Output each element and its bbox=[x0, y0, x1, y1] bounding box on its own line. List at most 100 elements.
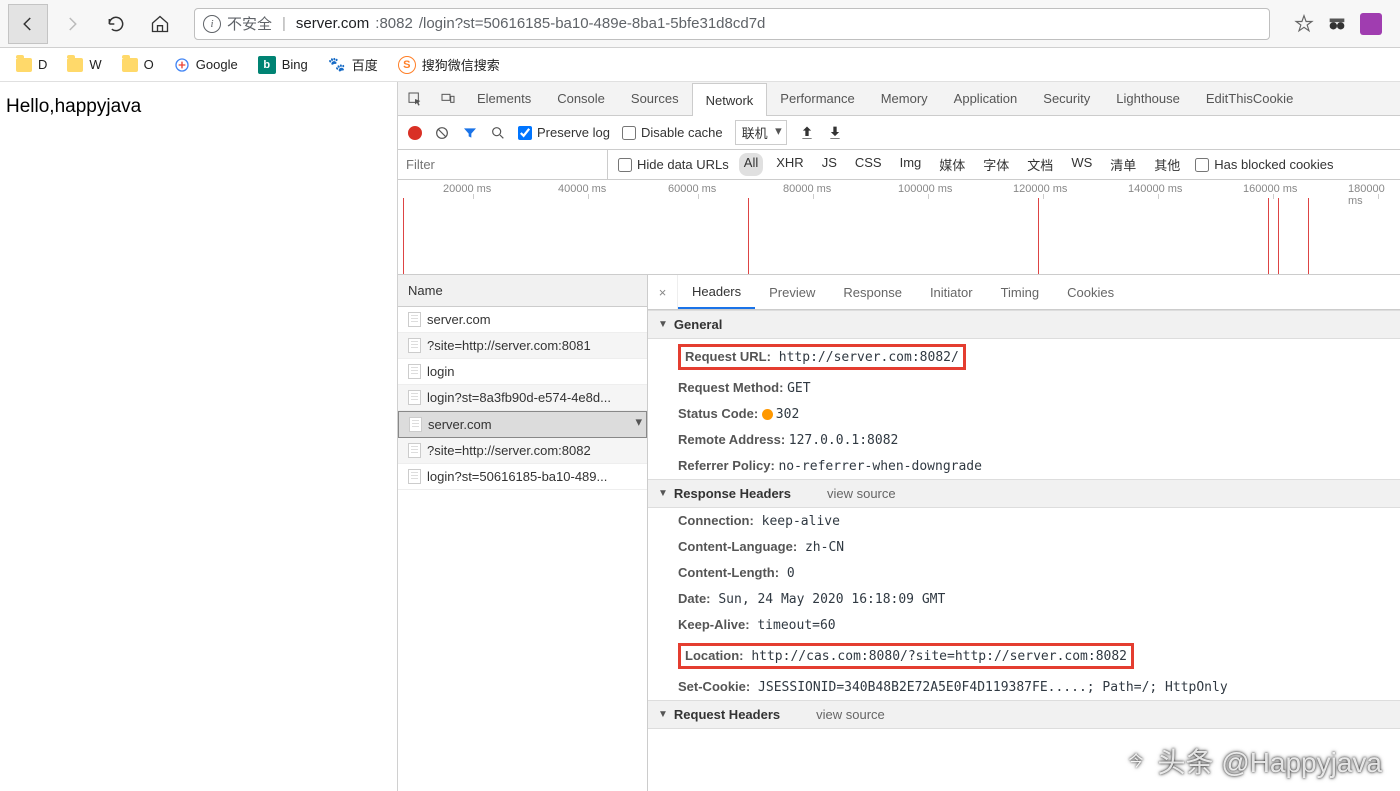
filter-type[interactable]: All bbox=[739, 153, 763, 176]
response-headers-title: Response Headers bbox=[674, 486, 791, 501]
bookmark-folder[interactable]: W bbox=[63, 55, 105, 74]
inspect-icon[interactable] bbox=[398, 82, 431, 115]
incognito-icon[interactable] bbox=[1326, 13, 1348, 35]
preserve-log-checkbox[interactable]: Preserve log bbox=[518, 125, 610, 140]
timeline-overview[interactable]: 20000 ms40000 ms60000 ms80000 ms100000 m… bbox=[398, 180, 1400, 275]
devtools-tab-elements[interactable]: Elements bbox=[464, 82, 544, 115]
detail-tab-response[interactable]: Response bbox=[829, 275, 916, 309]
security-label: 不安全 bbox=[227, 13, 272, 34]
request-method-row: Request Method: GET bbox=[648, 375, 1400, 401]
upload-icon[interactable] bbox=[799, 125, 815, 141]
timeline-label: 160000 ms bbox=[1243, 183, 1297, 195]
devtools-tab-security[interactable]: Security bbox=[1030, 82, 1103, 115]
search-icon[interactable] bbox=[490, 125, 506, 141]
preserve-log-label: Preserve log bbox=[537, 125, 610, 140]
status-code-row: Status Code: 302 bbox=[648, 401, 1400, 427]
close-details-button[interactable]: × bbox=[648, 275, 678, 309]
disable-cache-checkbox[interactable]: Disable cache bbox=[622, 125, 723, 140]
response-header-row: Date: Sun, 24 May 2020 16:18:09 GMT bbox=[648, 586, 1400, 612]
devtools-tab-network[interactable]: Network bbox=[692, 83, 768, 116]
filter-icon[interactable] bbox=[462, 125, 478, 141]
filter-type[interactable]: XHR bbox=[771, 153, 808, 176]
response-headers-section[interactable]: ▼Response Headersview source bbox=[648, 479, 1400, 508]
timeline-marker bbox=[1308, 198, 1309, 274]
request-row[interactable]: ?site=http://server.com:8081 bbox=[398, 333, 647, 359]
separator: | bbox=[278, 15, 290, 32]
timeline-label: 80000 ms bbox=[783, 183, 831, 195]
filter-type[interactable]: 文档 bbox=[1022, 153, 1058, 176]
extension-icon[interactable] bbox=[1360, 13, 1382, 35]
filter-type[interactable]: 清单 bbox=[1105, 153, 1141, 176]
url-host: server.com bbox=[296, 15, 369, 32]
browser-navbar: i 不安全 | server.com:8082/login?st=5061618… bbox=[0, 0, 1400, 48]
star-icon[interactable] bbox=[1294, 14, 1314, 34]
devtools-tab-sources[interactable]: Sources bbox=[618, 82, 692, 115]
reload-button[interactable] bbox=[96, 4, 136, 44]
request-row[interactable]: ?site=http://server.com:8082 bbox=[398, 438, 647, 464]
devtools-tab-editthiscookie[interactable]: EditThisCookie bbox=[1193, 82, 1306, 115]
detail-tab-cookies[interactable]: Cookies bbox=[1053, 275, 1128, 309]
request-row[interactable]: server.com bbox=[398, 411, 647, 438]
url-bar[interactable]: i 不安全 | server.com:8082/login?st=5061618… bbox=[194, 8, 1270, 40]
bookmark-bing[interactable]: bBing bbox=[254, 54, 312, 76]
filter-input[interactable] bbox=[398, 150, 608, 179]
bookmark-folder[interactable]: D bbox=[12, 55, 51, 74]
reload-icon bbox=[106, 14, 126, 34]
sogou-icon: S bbox=[398, 56, 416, 74]
timeline-label: 180000 ms bbox=[1348, 183, 1400, 207]
filter-type[interactable]: Img bbox=[895, 153, 927, 176]
request-row[interactable]: login?st=50616185-ba10-489... bbox=[398, 464, 647, 490]
general-section[interactable]: ▼General bbox=[648, 310, 1400, 339]
request-name: ?site=http://server.com:8082 bbox=[427, 443, 591, 458]
devtools: ElementsConsoleSourcesNetworkPerformance… bbox=[398, 82, 1400, 791]
devtools-tab-memory[interactable]: Memory bbox=[868, 82, 941, 115]
detail-tab-preview[interactable]: Preview bbox=[755, 275, 829, 309]
detail-tab-headers[interactable]: Headers bbox=[678, 275, 755, 309]
document-icon bbox=[408, 390, 421, 405]
response-header-row: Keep-Alive: timeout=60 bbox=[648, 612, 1400, 638]
bookmark-baidu[interactable]: 🐾百度 bbox=[324, 53, 382, 76]
bookmark-google[interactable]: Google bbox=[170, 55, 242, 75]
request-headers-section[interactable]: ▼Request Headersview source bbox=[648, 700, 1400, 729]
devtools-tab-performance[interactable]: Performance bbox=[767, 82, 867, 115]
filter-row: Hide data URLs All XHR JS CSS Img 媒体字体文档 WS 清单其… bbox=[398, 150, 1400, 180]
throttle-select[interactable]: 联机 bbox=[735, 120, 787, 145]
nav-right bbox=[1284, 13, 1392, 35]
request-row[interactable]: server.com bbox=[398, 307, 647, 333]
view-source-link[interactable]: view source bbox=[816, 707, 885, 722]
request-row[interactable]: login bbox=[398, 359, 647, 385]
devtools-tab-console[interactable]: Console bbox=[544, 82, 618, 115]
request-row[interactable]: login?st=8a3fb90d-e574-4e8d... bbox=[398, 385, 647, 411]
detail-tab-timing[interactable]: Timing bbox=[987, 275, 1054, 309]
filter-type[interactable]: 字体 bbox=[978, 153, 1014, 176]
bookmark-folder[interactable]: O bbox=[118, 55, 158, 74]
timeline-label: 120000 ms bbox=[1013, 183, 1067, 195]
baidu-icon: 🐾 bbox=[328, 56, 346, 74]
filter-type[interactable]: 其他 bbox=[1149, 153, 1185, 176]
forward-button[interactable] bbox=[52, 4, 92, 44]
detail-tabs: × HeadersPreviewResponseInitiatorTimingC… bbox=[648, 275, 1400, 310]
bookmark-sogou[interactable]: S搜狗微信搜索 bbox=[394, 53, 504, 76]
has-blocked-cookies-checkbox[interactable]: Has blocked cookies bbox=[1195, 157, 1333, 172]
filter-type[interactable]: 媒体 bbox=[934, 153, 970, 176]
home-button[interactable] bbox=[140, 4, 180, 44]
device-icon[interactable] bbox=[431, 82, 464, 115]
record-button[interactable] bbox=[408, 126, 422, 140]
request-name: server.com bbox=[427, 312, 491, 327]
response-header-row: Location: http://cas.com:8080/?site=http… bbox=[648, 638, 1400, 674]
timeline-marker bbox=[1278, 198, 1279, 274]
devtools-tab-lighthouse[interactable]: Lighthouse bbox=[1103, 82, 1193, 115]
filter-type[interactable]: JS bbox=[817, 153, 842, 176]
clear-icon[interactable] bbox=[434, 125, 450, 141]
general-title: General bbox=[674, 317, 722, 332]
download-icon[interactable] bbox=[827, 125, 843, 141]
devtools-tab-application[interactable]: Application bbox=[941, 82, 1031, 115]
detail-tab-initiator[interactable]: Initiator bbox=[916, 275, 987, 309]
filter-type[interactable]: CSS bbox=[850, 153, 887, 176]
back-button[interactable] bbox=[8, 4, 48, 44]
hide-data-urls-checkbox[interactable]: Hide data URLs bbox=[618, 157, 729, 172]
view-source-link[interactable]: view source bbox=[827, 486, 896, 501]
disable-cache-label: Disable cache bbox=[641, 125, 723, 140]
request-headers-title: Request Headers bbox=[674, 707, 780, 722]
filter-type[interactable]: WS bbox=[1066, 153, 1097, 176]
